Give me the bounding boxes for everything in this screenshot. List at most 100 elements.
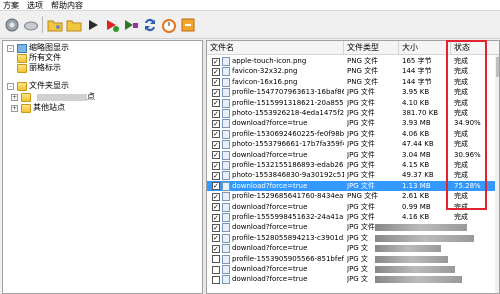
cloud-icon[interactable] bbox=[21, 15, 40, 34]
refresh-icon[interactable] bbox=[140, 15, 159, 34]
folder-open-icon[interactable] bbox=[64, 15, 83, 34]
folder-icon bbox=[17, 63, 27, 73]
table-row[interactable]: download?force=true JPG 文件 3.04 MB 30.96% bbox=[207, 150, 495, 160]
file-icon bbox=[222, 171, 230, 181]
table-row[interactable]: profile-1555998451632-24a41a879...JPG 文件… bbox=[207, 212, 495, 223]
file-icon bbox=[222, 129, 230, 139]
cell-filename: download?force=true bbox=[232, 150, 308, 159]
row-checkbox[interactable] bbox=[212, 119, 220, 129]
table-row[interactable]: photo-1553926218-4eda1475f2c0?...JPG 文件 3… bbox=[207, 108, 495, 119]
cell-size: 144 字节 bbox=[402, 67, 432, 76]
stop-icon[interactable] bbox=[121, 15, 140, 34]
row-checkbox[interactable] bbox=[212, 109, 220, 119]
table-row[interactable]: profile-1528055894213-c3901d3e5...JPG 文 bbox=[207, 233, 495, 244]
table-row[interactable]: profile-1547707963613-16baf868f...JPG 文件… bbox=[207, 87, 495, 98]
row-checkbox[interactable] bbox=[212, 213, 220, 223]
cell-filetype: PNG 文件 bbox=[347, 67, 379, 76]
play-icon[interactable] bbox=[83, 15, 102, 34]
table-row[interactable]: download?force=trueJPG 文 bbox=[207, 274, 495, 285]
cell-filename: profile-1532155186893-edab26741... bbox=[232, 161, 344, 169]
file-icon bbox=[222, 192, 230, 202]
cell-size: 0.99 MB bbox=[402, 202, 431, 211]
cell-size: 3.93 MB bbox=[402, 119, 431, 128]
expand-icon[interactable]: + bbox=[11, 93, 18, 101]
cell-filename: download?force=true bbox=[232, 223, 308, 232]
column-size[interactable]: 大小 bbox=[399, 41, 451, 55]
menu-item-scheme[interactable]: 方案 bbox=[3, 0, 19, 11]
column-status[interactable]: 状态 bbox=[451, 41, 495, 55]
table-row[interactable]: photo-1553796661-17b7fa359f4?...JPG 文件 47… bbox=[207, 139, 495, 150]
row-checkbox[interactable] bbox=[212, 202, 220, 212]
table-row[interactable]: profile-1553905905566-851bfefdd...JPG 文 bbox=[207, 254, 495, 264]
cell-filename: download?force=true bbox=[232, 244, 308, 253]
row-checkbox[interactable] bbox=[212, 77, 220, 88]
tree-item-other-sites[interactable]: + 其他站点 bbox=[11, 103, 65, 113]
table-row[interactable]: download?force=true JPG 文件 1.13 MB 75.28% bbox=[207, 180, 495, 192]
table-row[interactable]: photo-1553846830-9a30192c5191?...JPG 文件 4… bbox=[207, 170, 495, 181]
play-record-icon[interactable] bbox=[102, 15, 121, 34]
folder-config-icon[interactable] bbox=[45, 15, 64, 34]
row-checkbox[interactable] bbox=[212, 192, 220, 202]
file-icon bbox=[222, 57, 230, 66]
tree-item-site[interactable]: + 点 bbox=[11, 92, 95, 102]
tree-item-tags[interactable]: 丽格标示 bbox=[17, 63, 61, 73]
table-row[interactable]: download?force=true JPG 文件 3.93 MB 34.90% bbox=[207, 118, 495, 129]
table-row[interactable]: favicon-16x16.png PNG 文件 144 字节 完成 bbox=[207, 77, 495, 88]
cell-filename: profile-1530692460225-fe0f98b6... bbox=[232, 129, 344, 138]
table-row[interactable]: favicon-32x32.png PNG 文件 144 字节 完成 bbox=[207, 66, 495, 77]
table-row[interactable]: profile-1532155186893-edab26741...JPG 文件… bbox=[207, 160, 495, 171]
menu-item-options[interactable]: 选项 bbox=[27, 0, 43, 11]
table-row[interactable]: download?force=true JPG 文件 0.99 MB 完成 bbox=[207, 202, 495, 212]
row-checkbox[interactable] bbox=[212, 150, 220, 160]
row-checkbox[interactable] bbox=[212, 181, 220, 192]
column-filetype[interactable]: 文件类型 bbox=[344, 41, 399, 55]
row-checkbox[interactable] bbox=[212, 88, 220, 98]
expand-icon[interactable]: - bbox=[7, 44, 14, 52]
cell-filename: photo-1553926218-4eda1475f2c0?... bbox=[232, 109, 344, 117]
row-checkbox[interactable] bbox=[212, 140, 220, 150]
cell-status: 完成 bbox=[454, 140, 468, 149]
row-checkbox[interactable] bbox=[212, 161, 220, 171]
cell-size: 1.13 MB bbox=[402, 181, 431, 190]
table-row[interactable]: download?force=trueJPG 文 bbox=[207, 243, 495, 254]
exit-icon[interactable] bbox=[178, 15, 197, 34]
row-checkbox[interactable] bbox=[212, 275, 220, 284]
redacted-cell bbox=[375, 274, 493, 284]
row-checkbox[interactable] bbox=[212, 98, 220, 108]
table-row[interactable]: download?force=trueJPG 文 bbox=[207, 264, 495, 274]
tree-item-all-files[interactable]: 所有文件 bbox=[17, 53, 61, 63]
file-list: 文件名 文件类型 大小 状态 apple-touch-icon.png PNG 文… bbox=[206, 40, 500, 294]
row-checkbox[interactable] bbox=[212, 67, 220, 77]
file-icon bbox=[222, 254, 230, 264]
cell-filetype: JPG 文件 bbox=[347, 213, 375, 221]
table-row[interactable]: profile-1529685641760-8434eaff5...PNG 文件… bbox=[207, 191, 495, 202]
table-row[interactable]: download?force=trueJPG 文件 bbox=[207, 222, 495, 233]
table-row[interactable]: apple-touch-icon.png PNG 文件 165 字节 完成 bbox=[207, 56, 495, 67]
row-checkbox[interactable] bbox=[212, 57, 220, 67]
table-row[interactable]: profile-1530692460225-fe0f98b6...JPG 文件 4… bbox=[207, 129, 495, 140]
row-checkbox[interactable] bbox=[212, 244, 220, 254]
tree-item-thumbnails[interactable]: - 缩略图显示 bbox=[7, 43, 69, 53]
expand-icon[interactable]: + bbox=[11, 104, 18, 112]
cell-size: 4.06 KB bbox=[402, 129, 430, 138]
row-checkbox[interactable] bbox=[212, 171, 220, 181]
row-checkbox[interactable] bbox=[212, 265, 220, 274]
scrollbar-thumb[interactable] bbox=[496, 57, 499, 77]
row-checkbox[interactable] bbox=[212, 129, 220, 140]
timer-icon[interactable] bbox=[159, 15, 178, 34]
file-icon bbox=[222, 223, 230, 233]
gear-icon[interactable] bbox=[2, 15, 21, 34]
collapse-icon[interactable]: - bbox=[7, 82, 14, 90]
table-row[interactable]: profile-1515991318621-20a855788...JPG 文件… bbox=[207, 98, 495, 108]
column-filename[interactable]: 文件名 bbox=[207, 41, 344, 55]
tree-item-folders[interactable]: - 文件夹显示 bbox=[7, 81, 69, 91]
cell-filename: profile-1529685641760-8434eaff5... bbox=[232, 192, 344, 201]
cell-size: 165 字节 bbox=[402, 57, 432, 65]
vertical-scrollbar[interactable] bbox=[495, 55, 499, 293]
row-checkbox[interactable] bbox=[212, 223, 220, 233]
row-checkbox[interactable] bbox=[212, 233, 220, 244]
menu-item-help[interactable]: 帮助内容 bbox=[51, 0, 83, 11]
row-checkbox[interactable] bbox=[212, 255, 220, 264]
file-icon bbox=[222, 119, 230, 129]
cell-status: 34.90% bbox=[454, 119, 481, 128]
